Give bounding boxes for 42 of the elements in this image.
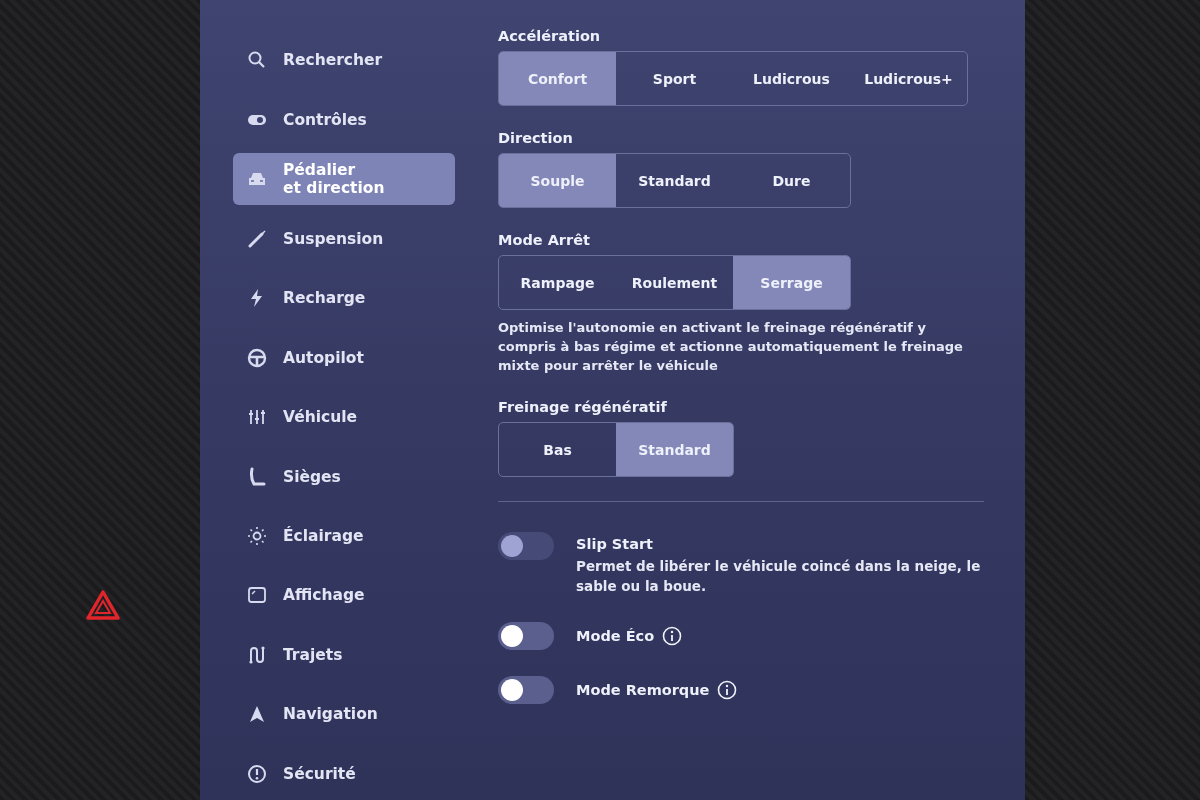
hazard-icon xyxy=(86,590,120,620)
segment-option[interactable]: Rampage xyxy=(499,256,616,309)
segment-option[interactable]: Ludicrous xyxy=(733,52,850,105)
sidebar-item[interactable]: Recharge xyxy=(233,271,455,325)
steering-wheel-icon xyxy=(247,347,267,368)
sidebar-item[interactable]: Pédalier et direction xyxy=(233,152,455,206)
toggle-label: Mode Remorque xyxy=(576,682,710,698)
toggle-description: Permet de libérer le véhicule coincé dans la neige, le sable ou la boue. xyxy=(576,557,982,596)
sidebar-item[interactable]: Autopilot xyxy=(233,331,455,384)
sidebar-item[interactable]: Véhicule xyxy=(233,390,455,444)
section-title: Mode Arrêt xyxy=(498,232,591,248)
warning-circle-icon xyxy=(247,763,267,784)
segment-option[interactable]: Roulement xyxy=(616,256,733,309)
sidebar-item[interactable]: Sièges xyxy=(233,450,455,503)
toggle-switch[interactable] xyxy=(498,622,554,650)
section-title: Freinage régénératif xyxy=(498,399,668,415)
sidebar-item[interactable]: Rechercher xyxy=(233,34,455,87)
display-icon xyxy=(247,585,267,606)
sidebar-item[interactable]: Navigation xyxy=(233,688,455,741)
sidebar-item[interactable]: Affichage xyxy=(233,569,455,622)
seat-icon xyxy=(247,466,267,487)
segment-option[interactable]: Sport xyxy=(616,52,733,105)
navigation-arrow-icon xyxy=(247,704,267,725)
sidebar-item[interactable]: Suspension xyxy=(233,212,455,265)
info-icon[interactable] xyxy=(662,626,683,646)
info-icon[interactable] xyxy=(717,680,738,700)
segment-option[interactable]: Dure xyxy=(733,154,850,207)
sidebar-item[interactable]: Sécurité xyxy=(233,747,455,800)
toggle-label: Slip Start xyxy=(576,536,654,552)
sun-icon xyxy=(247,526,267,546)
toggle-label: Mode Éco xyxy=(576,628,655,644)
section-title: Direction xyxy=(498,130,574,146)
description-text: Optimise l'autonomie en activant le freinage régénératif y compris à bas régime et actionne automatiquement le freinage mixte pour arrêter le véhicule xyxy=(498,319,964,375)
segment-option[interactable]: Bas xyxy=(499,423,616,476)
sidebar-item[interactable]: Trajets xyxy=(233,628,455,682)
sidebar-item[interactable]: Contrôles xyxy=(233,93,455,146)
segment-option[interactable]: Standard xyxy=(616,154,733,207)
route-icon xyxy=(247,644,267,665)
sidebar-item[interactable]: Éclairage xyxy=(233,509,455,563)
section-title: Accélération xyxy=(498,28,602,44)
segment-option[interactable]: Ludicrous+ xyxy=(850,52,967,105)
toggle-switch[interactable] xyxy=(498,676,554,704)
